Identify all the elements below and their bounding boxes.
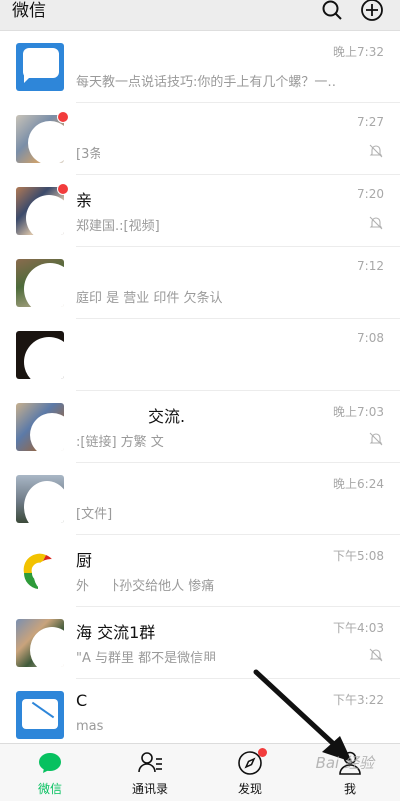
avatar (16, 331, 64, 379)
watermark: Bai 经验 (315, 754, 374, 772)
chat-row[interactable]: [文件] 晚上6:24 (0, 463, 400, 535)
chat-time: 晚上6:24 (333, 477, 384, 491)
avatar (16, 691, 64, 739)
chat-time: 下午4:03 (333, 621, 384, 635)
chat-row[interactable]: 每天教一点说话技巧:你的手上有几个螺？一… 晚上7:32 (0, 31, 400, 103)
avatar (16, 475, 64, 523)
avatar (16, 259, 64, 307)
chat-time: 晚上7:32 (333, 45, 384, 59)
chat-name: 交流. (148, 407, 186, 426)
chat-row[interactable]: 7:08 (0, 319, 400, 391)
tab-contacts[interactable]: 通讯录 (100, 744, 200, 801)
tab-label: 微信 (37, 782, 62, 796)
avatar (16, 115, 64, 163)
chat-name: C (76, 691, 88, 710)
chat-name: 海 交流1群 (76, 623, 156, 642)
mute-bell-icon (369, 216, 383, 230)
avatar (16, 403, 64, 451)
search-icon[interactable] (320, 0, 344, 22)
chat-row[interactable]: [3条] 免费，有人… 7:27 (0, 103, 400, 175)
chat-time: 7:20 (357, 187, 384, 201)
chat-row[interactable]: C mas 下午3:22 (0, 679, 400, 743)
chat-preview: 庭印 是 营业 印件 欠条认 (76, 291, 223, 306)
chat-preview: 每天教一点说话技巧:你的手上有几个螺？一… (76, 75, 336, 90)
chat-time: 下午3:22 (333, 693, 384, 707)
chat-row[interactable]: 亲 郑建国.:[视频] 7:20 (0, 175, 400, 247)
unread-badge (57, 111, 69, 123)
mute-bell-icon (369, 648, 383, 662)
chat-preview: 郑建国.:[视频] (76, 219, 160, 234)
top-bar: 微信 (0, 0, 400, 31)
chat-preview: :[链接] 方繁 文 (76, 435, 164, 450)
tab-label: 通讯录 (131, 782, 168, 796)
chat-preview: 外 把外孙交给他人 惨痛 (76, 579, 215, 594)
chat-preview: mas (76, 719, 104, 734)
chat-time: 7:27 (357, 115, 384, 129)
chat-name: 厨 (76, 551, 93, 570)
chat-time: 下午5:08 (333, 549, 384, 563)
chat-time: 晚上7:03 (333, 405, 384, 419)
avatar (16, 187, 64, 235)
chat-time: 7:08 (357, 331, 384, 345)
discover-badge (258, 748, 267, 757)
chat-row[interactable]: 庭印 是 营业 印件 欠条认 7:12 (0, 247, 400, 319)
mute-bell-icon (369, 144, 383, 158)
tab-chats[interactable]: 微信 (0, 744, 100, 801)
chat-name: 亲 (76, 191, 93, 210)
unread-badge (57, 183, 69, 195)
avatar (16, 547, 64, 595)
page-title: 微信 (12, 1, 46, 21)
chat-row[interactable]: 海 交流1群 "A 与群里 都不是微信朋 下午4:03 (0, 607, 400, 679)
plus-circle-icon[interactable] (360, 0, 384, 22)
chat-time: 7:12 (357, 259, 384, 273)
chat-list: 每天教一点说话技巧:你的手上有几个螺？一… 晚上7:32 [3条] 免费，有人…… (0, 31, 400, 743)
avatar (16, 619, 64, 667)
contacts-icon (138, 752, 162, 773)
mute-bell-icon (369, 432, 383, 446)
chat-bubble-icon (39, 753, 61, 773)
tab-discover[interactable]: 发现 (200, 744, 300, 801)
chat-preview: [文件] (76, 507, 113, 522)
avatar (16, 43, 64, 91)
chat-row[interactable]: 交流. :[链接] 方繁 文 晚上7:03 (0, 391, 400, 463)
chat-row[interactable]: 厨 外 把外孙交给他人 惨痛 下午5:08 (0, 535, 400, 607)
tab-label: 发现 (237, 782, 262, 796)
tab-label: 我 (343, 782, 356, 796)
